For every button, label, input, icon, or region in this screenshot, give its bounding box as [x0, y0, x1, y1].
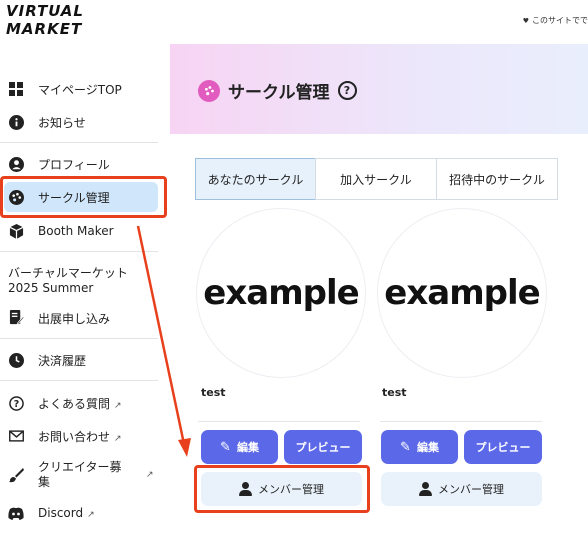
sidebar-divider	[0, 251, 158, 252]
brush-icon	[8, 467, 24, 483]
sidebar-item-label: クリエイター募集	[38, 460, 122, 489]
edit-button[interactable]: ✎ 編集	[201, 430, 278, 464]
external-link-icon: ↗	[87, 510, 95, 520]
tab-joined-circles[interactable]: 加入サークル	[315, 158, 437, 200]
box-icon	[8, 223, 24, 239]
palette-icon	[198, 79, 220, 102]
sidebar-item-label: Booth Maker	[38, 224, 114, 238]
sidebar-item-label: お知らせ	[38, 115, 86, 130]
edit-document-icon	[8, 310, 24, 326]
sidebar-item-booth-maker[interactable]: Booth Maker	[0, 218, 170, 244]
clock-icon	[8, 352, 24, 368]
annotation-highlight-box	[194, 465, 370, 513]
section-line-2: 2025 Summer	[8, 281, 94, 295]
top-note: ♥ このサイトでで	[523, 15, 588, 26]
preview-button[interactable]: プレビュー	[284, 430, 362, 464]
page-title-text: サークル管理	[228, 83, 330, 103]
sidebar-item-contact[interactable]: お問い合わせ ↗	[0, 423, 170, 449]
sidebar-divider	[0, 142, 158, 143]
sidebar-item-discord[interactable]: Discord ↗	[0, 500, 170, 526]
sidebar-item-mypage-top[interactable]: マイページTOP	[0, 76, 170, 102]
sidebar-item-label: お問い合わせ	[38, 429, 111, 444]
card-divider	[380, 421, 542, 422]
pencil-icon: ✎	[400, 439, 411, 455]
circle-name: test	[201, 386, 226, 399]
sidebar-item-news[interactable]: お知らせ	[0, 109, 170, 135]
person-icon	[419, 482, 432, 496]
sidebar-item-label: よくある質問	[38, 396, 111, 411]
sidebar-item-label: マイページTOP	[38, 82, 122, 97]
card-divider	[198, 421, 360, 422]
edit-button-label: 編集	[416, 441, 439, 454]
preview-button[interactable]: プレビュー	[464, 430, 542, 464]
circle-image-text: example	[203, 273, 359, 313]
user-circle-icon	[8, 156, 24, 172]
logo-line-2: MARKET	[6, 20, 83, 38]
tab-your-circles[interactable]: あなたのサークル	[195, 158, 316, 200]
sidebar-divider	[0, 380, 158, 381]
sidebar-item-label-wrap: Discord ↗	[38, 506, 95, 520]
question-icon: ?	[8, 395, 24, 411]
logo-line-1: VIRTUAL	[6, 2, 84, 20]
circle-image-text: example	[384, 273, 540, 313]
top-note-text: このサイトでで	[532, 16, 588, 25]
sidebar-item-label: Discord	[38, 506, 84, 520]
sidebar-divider	[0, 338, 158, 339]
sidebar-item-profile[interactable]: プロフィール	[0, 151, 170, 177]
annotation-highlight-box	[0, 176, 167, 218]
sidebar-item-label: プロフィール	[38, 157, 110, 172]
sidebar-item-label: 出展申し込み	[38, 311, 111, 326]
section-line-1: バーチャルマーケット	[8, 266, 128, 280]
sidebar-item-exhibit-application[interactable]: 出展申し込み	[0, 305, 170, 331]
virtual-market-logo[interactable]: VIRTUAL MARKET	[6, 4, 98, 38]
note-icon: ♥	[522, 17, 529, 25]
external-link-icon: ↗	[114, 433, 122, 444]
mail-icon	[8, 428, 24, 444]
circle-image[interactable]: example	[196, 208, 366, 378]
discord-icon	[8, 505, 24, 521]
info-icon	[8, 114, 24, 130]
tab-invited-circles[interactable]: 招待中のサークル	[436, 158, 558, 200]
circle-name: test	[382, 386, 407, 399]
pencil-icon: ✎	[220, 439, 231, 455]
external-link-icon: ↗	[146, 470, 154, 480]
sidebar-item-creator-recruit[interactable]: クリエイター募集 ↗	[0, 458, 170, 492]
svg-text:?: ?	[13, 398, 18, 409]
grid-icon	[8, 81, 24, 97]
sidebar-item-payment-history[interactable]: 決済履歴	[0, 347, 170, 373]
edit-button[interactable]: ✎ 編集	[381, 430, 458, 464]
circle-tabs: あなたのサークル 加入サークル 招待中のサークル	[195, 158, 558, 200]
member-management-button[interactable]: メンバー管理	[381, 472, 542, 506]
edit-button-label: 編集	[236, 441, 259, 454]
help-icon[interactable]: ?	[337, 81, 357, 100]
external-link-icon: ↗	[114, 400, 122, 411]
sidebar-section-title: バーチャルマーケット 2025 Summer	[8, 266, 128, 296]
sidebar-item-label-wrap: よくある質問 ↗	[38, 395, 122, 412]
page-title: サークル管理 ?	[198, 78, 357, 103]
sidebar-item-faq[interactable]: ? よくある質問 ↗	[0, 390, 170, 416]
sidebar-item-label-wrap: お問い合わせ ↗	[38, 428, 122, 445]
circle-image[interactable]: example	[377, 208, 547, 378]
member-button-label: メンバー管理	[438, 483, 504, 496]
sidebar-item-label: 決済履歴	[38, 353, 87, 368]
